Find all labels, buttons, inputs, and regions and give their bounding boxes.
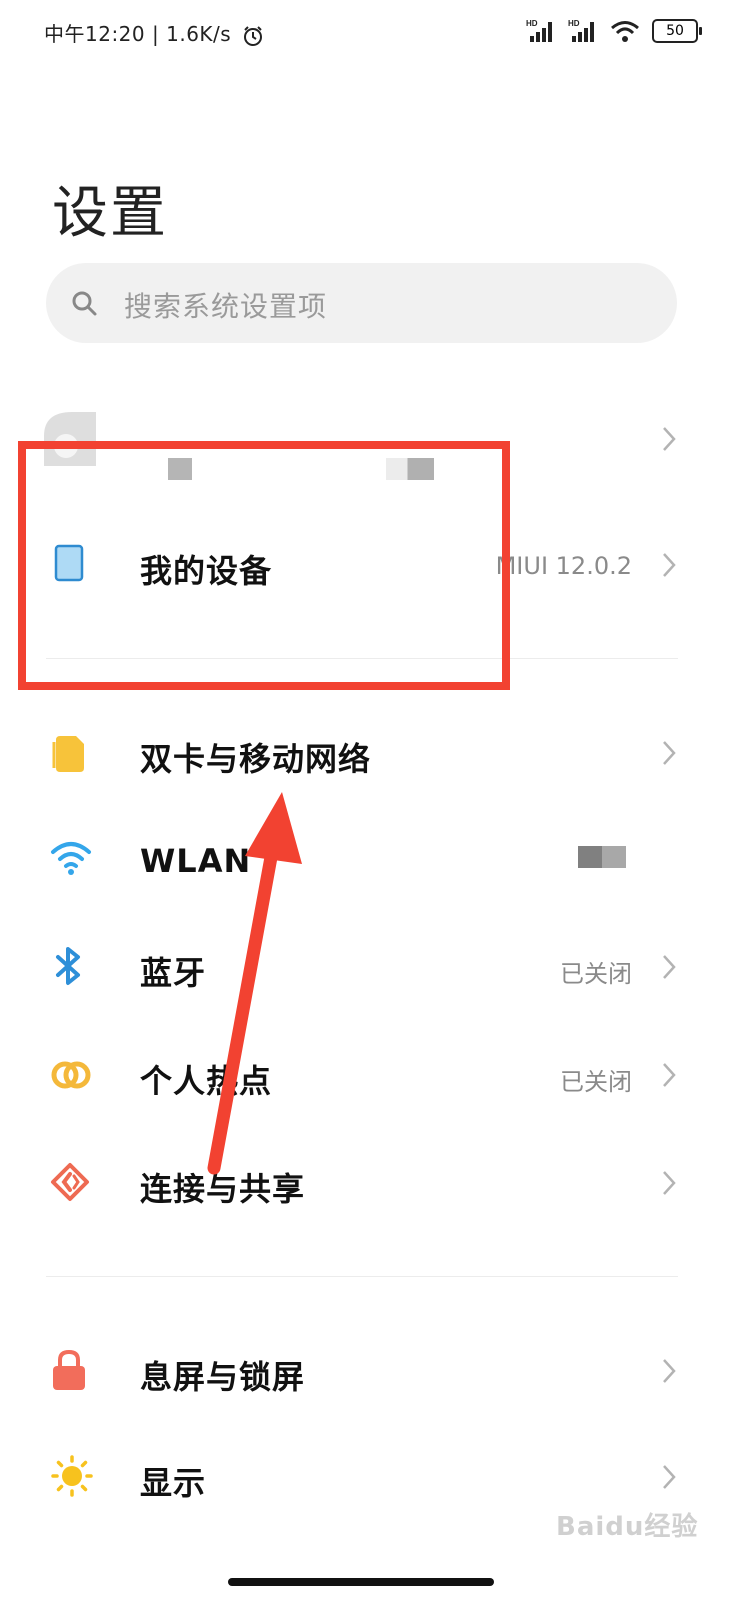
chevron-right-icon (663, 741, 676, 765)
chevron-right-icon (663, 1063, 676, 1087)
status-time: 中午12:20 (44, 22, 146, 46)
status-right: HD HD 50 (526, 16, 702, 46)
blurred-wlan-value (578, 846, 626, 868)
setting-label: 个人热点 (140, 1062, 273, 1100)
setting-wlan[interactable]: WLAN (0, 816, 738, 906)
setting-label: 连接与共享 (140, 1170, 306, 1208)
svg-text:HD: HD (526, 19, 538, 28)
network-speed: 1.6K/s (166, 22, 232, 46)
page-title: 设置 (52, 181, 168, 246)
annotation-highlight-box (18, 441, 510, 690)
chevron-right-icon (663, 955, 676, 979)
setting-value: 已关闭 (560, 1068, 632, 1096)
divider (46, 1276, 678, 1277)
setting-bluetooth[interactable]: 蓝牙 已关闭 (0, 922, 738, 1012)
chevron-right-icon (663, 427, 676, 451)
share-icon (51, 1163, 89, 1201)
chevron-right-icon (663, 1171, 676, 1195)
setting-dual-sim[interactable]: 双卡与移动网络 (0, 710, 738, 800)
search-icon (72, 291, 97, 316)
brightness-icon (51, 1455, 93, 1497)
setting-label: 蓝牙 (140, 954, 207, 992)
signal-hd-icon-1: HD (526, 19, 552, 42)
signal-hd-icon-2: HD (568, 19, 594, 42)
setting-hotspot[interactable]: 个人热点 已关闭 (0, 1030, 738, 1120)
chevron-right-icon (663, 553, 676, 577)
status-left: 中午12:20 | 1.6K/s (44, 18, 264, 47)
chevron-right-icon (663, 1359, 676, 1383)
sim-card-icon (52, 736, 84, 772)
search-placeholder: 搜索系统设置项 (124, 290, 328, 323)
wifi-status-icon (611, 21, 639, 42)
status-bar: 中午12:20 | 1.6K/s HD HD 50 (0, 0, 738, 64)
setting-connection-sharing[interactable]: 连接与共享 (0, 1138, 738, 1228)
setting-value: 已关闭 (560, 960, 632, 988)
alarm-icon (244, 25, 263, 46)
search-input[interactable]: 搜索系统设置项 (46, 263, 677, 343)
lock-icon (53, 1349, 85, 1390)
wifi-icon (51, 842, 91, 875)
setting-label: WLAN (140, 842, 252, 880)
setting-lock-screen[interactable]: 息屏与锁屏 (0, 1326, 738, 1416)
hotspot-icon (51, 1061, 91, 1089)
battery-indicator: 50 (652, 19, 702, 43)
status-separator: | (152, 22, 167, 46)
setting-label: 双卡与移动网络 (140, 740, 372, 778)
svg-text:HD: HD (568, 19, 580, 28)
watermark: Baidu经验 (556, 1512, 699, 1542)
setting-label: 显示 (140, 1464, 207, 1502)
home-indicator[interactable] (228, 1578, 494, 1586)
chevron-right-icon (663, 1465, 676, 1489)
setting-label: 息屏与锁屏 (140, 1358, 306, 1396)
bluetooth-icon (56, 947, 80, 985)
setting-value: MIUI 12.0.2 (495, 552, 632, 580)
